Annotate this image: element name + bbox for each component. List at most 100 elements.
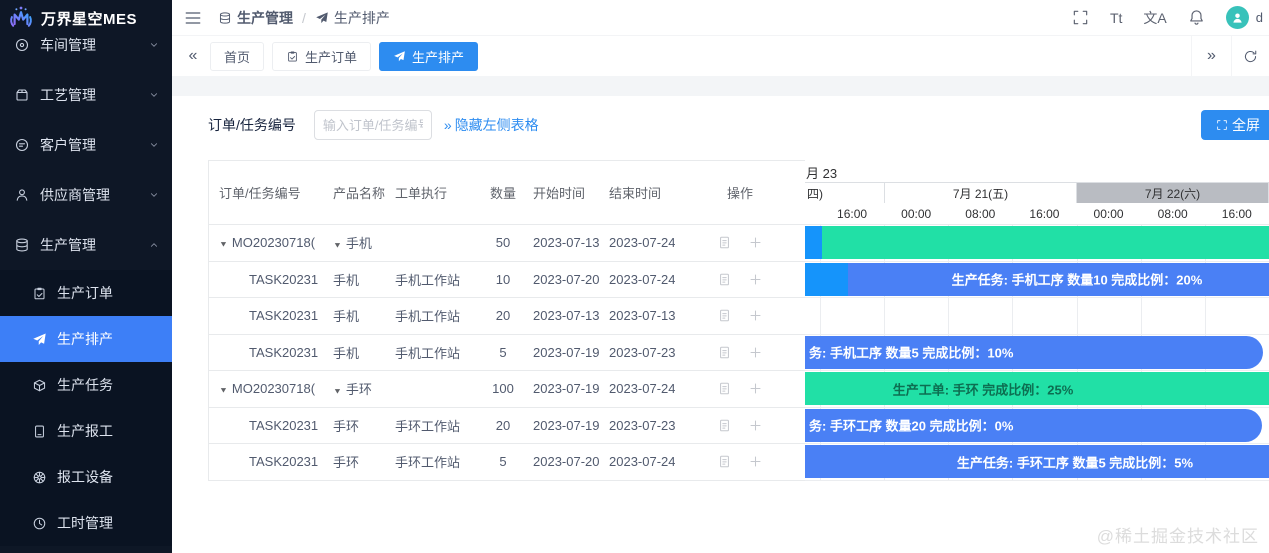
plus-icon[interactable] bbox=[748, 454, 763, 469]
table-row[interactable]: ▼ MO20230718(▼ 手机 50 2023-07-13 2023-07-24 bbox=[209, 225, 805, 262]
end-date: 2023-07-24 bbox=[609, 454, 675, 470]
content-gap bbox=[172, 76, 1269, 96]
gantt-bar-label: 务: 手环工序 数量20 完成比例：0% bbox=[809, 418, 1014, 434]
gantt-row: 务: 手机工序 数量5 完成比例：10% bbox=[805, 335, 1269, 371]
sidebar-item-production-report[interactable]: 生产报工 bbox=[0, 408, 172, 454]
font-size-icon[interactable]: Tt bbox=[1110, 10, 1122, 26]
gantt-time-cell: 16:00 bbox=[1029, 206, 1060, 221]
search-input[interactable] bbox=[313, 110, 432, 140]
tab-production-order[interactable]: 生产订单 bbox=[272, 41, 372, 71]
username[interactable]: d bbox=[1256, 10, 1263, 25]
start-date: 2023-07-20 bbox=[533, 454, 600, 470]
tabbar-actions: » bbox=[1191, 36, 1269, 76]
document-icon[interactable] bbox=[717, 235, 732, 250]
breadcrumb-item-production-management[interactable]: 生产管理 bbox=[218, 8, 293, 28]
document-icon[interactable] bbox=[717, 272, 732, 287]
gantt-bar[interactable]: 生产任务: 手环工序 数量5 完成比例：5% bbox=[805, 445, 1269, 478]
avatar[interactable] bbox=[1225, 6, 1249, 29]
table-row[interactable]: ▼ MO20230718(▼ 手环 100 2023-07-19 2023-07-24 bbox=[209, 371, 805, 408]
end-date: 2023-07-24 bbox=[609, 381, 675, 397]
caret-down-icon[interactable]: ▼ bbox=[333, 241, 342, 250]
sidebar-item-work-hours[interactable]: 工时管理 bbox=[0, 500, 172, 546]
sidebar-item-report-device[interactable]: 报工设备 bbox=[0, 454, 172, 500]
workstation: 手机工作站 bbox=[395, 345, 461, 361]
sidebar-item-label: 报工设备 bbox=[57, 469, 113, 485]
watermark: @稀土掘金技术社区 bbox=[1096, 527, 1259, 546]
sidebar-item-production-task[interactable]: 生产任务 bbox=[0, 362, 172, 408]
quantity: 100 bbox=[492, 381, 514, 397]
document-icon[interactable] bbox=[717, 418, 732, 433]
caret-down-icon[interactable]: ▼ bbox=[219, 386, 228, 395]
document-icon[interactable] bbox=[717, 308, 732, 323]
double-arrow-icon: » bbox=[443, 117, 452, 133]
gantt-bar-progress bbox=[805, 226, 822, 259]
document-icon[interactable] bbox=[717, 345, 732, 360]
tab-production-schedule[interactable]: 生产排产 bbox=[379, 41, 479, 71]
sidebar-item-production-management[interactable]: 生产管理 bbox=[0, 220, 172, 270]
plus-icon[interactable] bbox=[748, 345, 763, 360]
toolbar: 订单/任务编号 » 隐藏左侧表格 bbox=[208, 110, 539, 140]
sidebar-item-customer-management[interactable]: 客户管理 bbox=[0, 120, 172, 170]
sidebar-item-production-schedule[interactable]: 生产排产 bbox=[0, 316, 172, 362]
gantt-fullscreen-button[interactable]: 全屏 bbox=[1201, 110, 1269, 140]
plus-icon[interactable] bbox=[748, 308, 763, 323]
tabs-next-icon[interactable]: » bbox=[1191, 36, 1231, 76]
table-row[interactable]: TASK20231 手机 手机工作站 20 2023-07-13 2023-07-13 bbox=[209, 298, 805, 335]
report-icon bbox=[32, 424, 47, 439]
gantt-time-cell: 16:00 bbox=[837, 206, 868, 221]
refresh-icon[interactable] bbox=[1231, 36, 1269, 76]
gantt-bar-label: 生产任务: 手机工序 数量10 完成比例：20% bbox=[951, 272, 1203, 288]
table-row[interactable]: TASK20231 手环 手环工作站 20 2023-07-19 2023-07-23 bbox=[209, 408, 805, 444]
process-icon bbox=[14, 87, 30, 103]
breadcrumb-separator: / bbox=[302, 9, 306, 26]
gantt-row: 生产工单: 手环 完成比例：25% bbox=[805, 371, 1269, 408]
column-header: 操作 bbox=[726, 186, 753, 201]
caret-down-icon[interactable]: ▼ bbox=[333, 387, 342, 396]
sidebar-item-production-order[interactable]: 生产订单 bbox=[0, 270, 172, 316]
menu-fold-icon[interactable] bbox=[184, 9, 202, 27]
language-icon[interactable]: 文A bbox=[1143, 8, 1166, 28]
fullscreen-icon[interactable] bbox=[1072, 9, 1089, 26]
gantt-row bbox=[805, 225, 1269, 262]
end-date: 2023-07-24 bbox=[609, 235, 675, 251]
product-name: 手环 bbox=[333, 418, 360, 434]
table-row[interactable]: TASK20231 手机 手机工作站 10 2023-07-20 2023-07-24 bbox=[209, 262, 805, 298]
start-date: 2023-07-19 bbox=[533, 344, 600, 360]
document-icon[interactable] bbox=[717, 381, 732, 396]
plus-icon[interactable] bbox=[748, 418, 763, 433]
plus-icon[interactable] bbox=[748, 272, 763, 287]
sidebar-item-workshop-management[interactable]: 车间管理 bbox=[0, 36, 172, 70]
caret-down-icon[interactable]: ▼ bbox=[219, 240, 228, 249]
gantt-day-cell: 7月 22(六) bbox=[1077, 183, 1269, 203]
order-task-id: ▼ MO20230718( bbox=[219, 381, 316, 397]
supplier-icon bbox=[14, 187, 30, 203]
sidebar-item-process-management[interactable]: 工艺管理 bbox=[0, 70, 172, 120]
plus-icon[interactable] bbox=[748, 235, 763, 250]
gantt-bar[interactable]: 务: 手机工序 数量5 完成比例：10% bbox=[805, 335, 1263, 369]
app-root: 万界星空MES 车间管理 工艺管理 客户管理 供应商管理 生产管理 生产订单 生产排产 生产任… bbox=[0, 0, 1269, 553]
breadcrumb-item-production-schedule[interactable]: 生产排产 bbox=[315, 8, 390, 28]
order-task-id: TASK20231 bbox=[249, 344, 319, 360]
tabs-prev-icon[interactable]: « bbox=[180, 47, 206, 65]
table-row[interactable]: TASK20231 手环 手环工作站 5 2023-07-20 2023-07-24 bbox=[209, 444, 805, 481]
sidebar: 万界星空MES 车间管理 工艺管理 客户管理 供应商管理 生产管理 生产订单 生产排产 生产任… bbox=[0, 0, 172, 553]
production-icon bbox=[14, 237, 30, 253]
gantt-bar[interactable] bbox=[805, 226, 1269, 259]
end-date: 2023-07-23 bbox=[609, 417, 675, 433]
gantt-chart: 月 23 四) 7月 21(五) 7月 22(六) 16:00 00:00 08:00 1… bbox=[805, 160, 1269, 481]
gantt-bar[interactable]: 务: 手环工序 数量20 完成比例：0% bbox=[805, 408, 1262, 442]
product-name: ▼ 手机 bbox=[333, 236, 372, 252]
app-logo[interactable]: 万界星空MES bbox=[0, 0, 172, 36]
gantt-bar[interactable]: 生产工单: 手环 完成比例：25% bbox=[805, 372, 1269, 405]
end-date: 2023-07-23 bbox=[609, 344, 675, 360]
bell-icon[interactable] bbox=[1188, 9, 1205, 26]
hide-left-table-link[interactable]: » 隐藏左侧表格 bbox=[444, 115, 539, 135]
sidebar-item-supplier-management[interactable]: 供应商管理 bbox=[0, 170, 172, 220]
document-icon[interactable] bbox=[717, 454, 732, 469]
search-label: 订单/任务编号 bbox=[208, 117, 296, 133]
tab-home[interactable]: 首页 bbox=[210, 41, 265, 71]
plus-icon[interactable] bbox=[748, 381, 763, 396]
gantt-bar[interactable]: 生产任务: 手机工序 数量10 完成比例：20% bbox=[805, 262, 1269, 296]
main-card: 订单/任务编号 » 隐藏左侧表格 全屏 订单/任务编号产品名称工单执行数量开始时… bbox=[172, 96, 1269, 553]
table-row[interactable]: TASK20231 手机 手机工作站 5 2023-07-19 2023-07-23 bbox=[209, 335, 805, 371]
